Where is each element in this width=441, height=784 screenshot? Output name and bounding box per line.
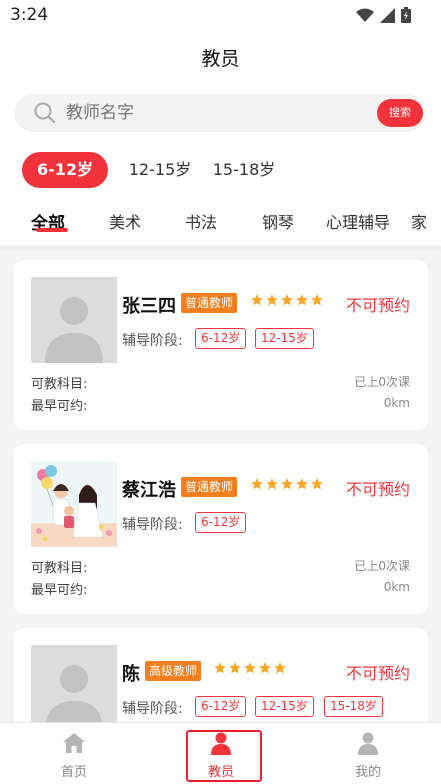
stage-tag: 6-12岁 <box>195 512 247 533</box>
status-bar: 3:24 <box>0 0 441 32</box>
distance: 0km <box>383 396 410 410</box>
distance: 0km <box>383 580 410 594</box>
stage-tag: 6-12岁 <box>195 328 247 349</box>
earliest-label: 最早可约: <box>31 583 88 598</box>
search-area: 搜索 <box>0 84 441 144</box>
star-rating <box>250 293 324 307</box>
stage-tag: 12-15岁 <box>255 328 314 349</box>
earliest-label: 最早可约: <box>31 399 88 414</box>
subjects-label: 可教科目: <box>31 561 88 576</box>
tab-art[interactable]: 美术 <box>109 209 141 233</box>
stage-label: 辅导阶段: <box>122 333 183 349</box>
booking-status[interactable]: 不可预约 <box>346 660 410 684</box>
booking-status[interactable]: 不可预约 <box>346 292 410 316</box>
star-icon <box>311 294 323 306</box>
category-tabs: 全部 美术 书法 钢琴 心理辅导 家 <box>0 196 441 246</box>
teacher-name: 陈 <box>122 664 140 685</box>
stage-tag: 12-15岁 <box>255 696 314 717</box>
booking-status[interactable]: 不可预约 <box>346 476 410 500</box>
star-icon <box>266 478 278 490</box>
active-tab-indicator <box>36 228 68 232</box>
teacher-card[interactable]: 张三四 普通教师 不可预约 辅导阶段: 6-12岁 12-15岁 可教科目: 最… <box>14 260 428 430</box>
star-icon <box>296 294 308 306</box>
star-icon <box>259 662 271 674</box>
active-nav-highlight <box>186 730 262 782</box>
tab-psychology[interactable]: 心理辅导 <box>326 209 390 233</box>
teacher-name: 蔡江浩 <box>122 480 176 501</box>
star-icon <box>281 478 293 490</box>
level-badge: 高级教师 <box>145 661 202 681</box>
nav-profile[interactable]: 我的 <box>328 723 408 784</box>
age-tab-15-18[interactable]: 15-18岁 <box>206 152 282 188</box>
status-icons <box>356 7 411 23</box>
search-icon <box>34 102 56 124</box>
nav-home[interactable]: 首页 <box>34 723 114 784</box>
star-icon <box>311 478 323 490</box>
signal-icon <box>380 7 395 23</box>
subjects-label: 可教科目: <box>31 377 88 392</box>
tab-calligraphy[interactable]: 书法 <box>185 209 217 233</box>
avatar <box>31 277 117 363</box>
star-rating <box>250 477 324 491</box>
stage-label: 辅导阶段: <box>122 701 183 717</box>
avatar-placeholder-icon <box>45 665 103 731</box>
battery-charging-icon <box>401 7 411 23</box>
star-icon <box>296 478 308 490</box>
tab-piano[interactable]: 钢琴 <box>262 209 294 233</box>
star-icon <box>229 662 241 674</box>
stage-tag: 6-12岁 <box>195 696 247 717</box>
avatar-placeholder-icon <box>45 297 103 363</box>
star-rating <box>213 661 287 675</box>
level-badge: 普通教师 <box>181 477 238 497</box>
lesson-count: 已上0次课 <box>354 375 410 389</box>
page-title: 教员 <box>201 48 240 70</box>
age-tabs: 6-12岁 12-15岁 15-18岁 <box>0 144 441 196</box>
nav-label: 首页 <box>60 765 87 780</box>
star-icon <box>214 662 226 674</box>
stage-label: 辅导阶段: <box>122 517 183 533</box>
level-badge: 普通教师 <box>181 293 238 313</box>
star-icon <box>251 294 263 306</box>
star-icon <box>266 294 278 306</box>
teacher-name: 张三四 <box>122 296 176 317</box>
nav-label: 我的 <box>354 765 381 780</box>
wifi-icon <box>356 8 374 22</box>
star-icon <box>244 662 256 674</box>
age-tab-12-15[interactable]: 12-15岁 <box>122 152 198 188</box>
status-time: 3:24 <box>10 5 49 25</box>
search-box: 搜索 <box>14 94 426 132</box>
search-button[interactable]: 搜索 <box>377 99 423 127</box>
age-tab-6-12[interactable]: 6-12岁 <box>22 152 108 188</box>
lesson-count: 已上0次课 <box>354 559 410 573</box>
avatar <box>31 461 117 547</box>
search-input[interactable] <box>66 94 366 132</box>
stage-tag: 15-18岁 <box>324 696 383 717</box>
star-icon <box>274 662 286 674</box>
header: 教员 <box>0 32 441 84</box>
star-icon <box>251 478 263 490</box>
profile-icon <box>358 732 378 755</box>
cartoon-family-image <box>31 461 117 547</box>
star-icon <box>281 294 293 306</box>
teacher-card[interactable]: 蔡江浩 普通教师 不可预约 辅导阶段: 6-12岁 可教科目: 最早可约: 已上… <box>14 444 428 614</box>
home-icon <box>63 733 85 753</box>
avatar <box>31 645 117 731</box>
tab-family[interactable]: 家 <box>411 209 427 233</box>
